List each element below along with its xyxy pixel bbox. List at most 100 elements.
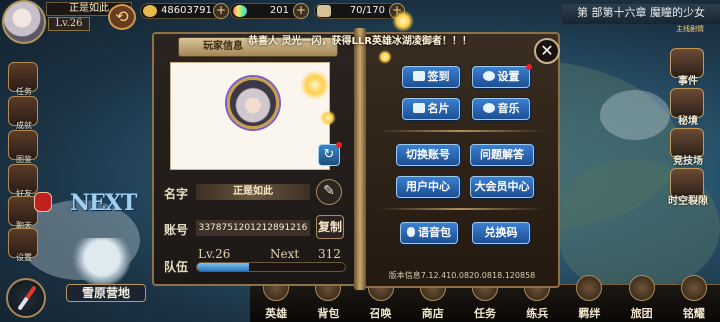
top-bar: 正是如此 Lv.26 ⟲ 48603791 + 201 + 70/170 + 第… [0, 0, 720, 44]
setting-icon[interactable]: 设置 [8, 228, 38, 262]
sparkle-effect [300, 70, 330, 100]
nav-shop[interactable]: 商店 [407, 275, 459, 322]
settings-button[interactable]: 设置 [472, 64, 532, 88]
nav-glory[interactable]: 铭耀 [668, 275, 720, 322]
secret-realm-icon[interactable]: 秘境 [670, 88, 704, 127]
voice-pack-label: 语音包 [418, 226, 451, 239]
quill-edit-icon[interactable]: ✎ [316, 179, 342, 205]
redeem-code-button[interactable]: 兑换码 [472, 222, 530, 244]
add-gold-button[interactable]: + [213, 3, 229, 19]
user-center-label: 用户中心 [406, 180, 450, 193]
secret-realm-label: 秘境 [678, 116, 698, 127]
user-center-button[interactable]: 用户中心 [396, 176, 460, 198]
player-info-dialog: 玩家信息 恭喜人 灵光一闪，获得LLR英雄冰湖凌御者！！！ ↻ 名字 正是如此 … [150, 22, 570, 290]
rainbow-crystal-icon [233, 5, 247, 17]
setting-label: 设置 [16, 253, 32, 262]
redeem-code-label: 兑换码 [484, 226, 518, 239]
stamina-resource: 70/170 + [314, 3, 405, 19]
copy-button[interactable]: 复制 [316, 215, 344, 239]
voice-pack-button[interactable]: 语音包 [400, 222, 458, 244]
notification-dot [526, 64, 532, 70]
back-arrow-icon[interactable]: ⟲ [108, 4, 136, 30]
nav-bag[interactable]: 背包 [302, 275, 354, 322]
nav-bond[interactable]: 羁绊 [563, 275, 615, 322]
team-label: 队伍 [164, 260, 189, 274]
chapter-title[interactable]: 第 部第十六章 魔瞳的少女 [562, 4, 720, 24]
player-name-field: 正是如此 [196, 184, 310, 200]
nav-heroes[interactable]: 英雄 [250, 275, 302, 322]
scroll-stamina-icon [317, 5, 331, 17]
sparkle-effect [320, 110, 336, 126]
faq-button[interactable]: 问题解答 [470, 144, 534, 166]
red-envelope-icon[interactable] [34, 192, 52, 212]
compass-icon[interactable] [6, 278, 46, 318]
nav-glory-label: 铭耀 [682, 307, 705, 320]
gear-icon [482, 71, 495, 81]
player-portrait[interactable] [227, 77, 279, 129]
nav-quest-label: 任务 [473, 307, 496, 320]
version-info: 版本信息7.12.410.0820.0818.120858 [388, 271, 536, 280]
divider [378, 130, 544, 132]
swap-portrait-button[interactable]: ↻ [318, 142, 342, 166]
add-crystal-button[interactable]: + [293, 3, 309, 19]
rift-icon[interactable]: 时空裂隙 [668, 168, 708, 207]
gold-resource: 48603791 + [140, 3, 229, 19]
music-label: 音乐 [497, 102, 520, 115]
card-icon [412, 103, 425, 113]
sub-chapter-label: 主线剧情 [676, 25, 704, 33]
sparkle-effect [392, 10, 414, 32]
nav-guild-label: 旅团 [630, 307, 653, 320]
nav-training[interactable]: 练兵 [511, 275, 563, 322]
nav-heroes-label: 英雄 [265, 307, 288, 320]
event-icon[interactable]: 事件 [670, 48, 704, 87]
guild-icon [628, 275, 655, 301]
divider [378, 208, 544, 210]
player-level-badge: Lv.26 [48, 17, 90, 31]
bond-icon [576, 275, 603, 301]
calendar-icon [412, 71, 425, 81]
nav-summon[interactable]: 召唤 [354, 275, 406, 322]
faq-label: 问题解答 [480, 148, 524, 161]
card-button[interactable]: 名片 [402, 98, 460, 120]
codex-icon[interactable]: 图鉴 [8, 130, 38, 164]
account-id-field: 3378751201212891216 [196, 220, 310, 236]
next-logo[interactable]: NEXT [70, 190, 140, 218]
quest-icon[interactable]: 任务 [8, 62, 38, 96]
announcement-ticker: 恭喜人 灵光一闪，获得LLR英雄冰湖凌御者！！！ [248, 36, 472, 47]
sparkle-effect [378, 50, 392, 64]
team-level: Lv.26 [198, 247, 231, 261]
sign-in-button[interactable]: 签到 [402, 66, 460, 88]
dialog-spine [354, 28, 366, 290]
nav-training-label: 练兵 [526, 307, 549, 320]
player-avatar[interactable] [2, 0, 46, 44]
gold-coin-icon [143, 5, 157, 17]
sign-in-label: 签到 [427, 70, 450, 83]
vip-center-button[interactable]: 大会员中心 [470, 176, 534, 198]
nav-bag-label: 背包 [317, 307, 340, 320]
switch-account-label: 切换账号 [406, 148, 450, 161]
nav-guild[interactable]: 旅团 [616, 275, 668, 322]
music-button[interactable]: 音乐 [472, 98, 530, 120]
exp-progress-fill [197, 263, 249, 271]
close-icon[interactable]: ✕ [534, 38, 560, 64]
stamina-value: 70/170 [349, 5, 385, 16]
friend-icon[interactable]: 好友 [8, 164, 38, 198]
nav-bond-label: 羁绊 [578, 307, 601, 320]
card-label: 名片 [427, 102, 450, 115]
microphone-icon [407, 227, 415, 237]
vip-center-label: 大会员中心 [474, 180, 530, 193]
next-label: Next [270, 247, 300, 261]
next-exp-value: 312 [318, 247, 341, 261]
achievement-icon[interactable]: 成就 [8, 96, 38, 130]
notification-dot [336, 142, 342, 148]
settings-label: 设置 [497, 70, 520, 83]
arena-icon[interactable]: 竞技场 [670, 128, 704, 167]
exp-progress-bar [196, 262, 346, 272]
snow-camp-label[interactable]: 雪原营地 [66, 284, 146, 302]
nav-quest[interactable]: 任务 [459, 275, 511, 322]
switch-account-button[interactable]: 切换账号 [396, 144, 460, 166]
arena-label: 竞技场 [673, 156, 703, 167]
snow-camp-map-node[interactable] [72, 238, 132, 288]
crystal-resource: 201 + [230, 3, 309, 19]
rift-label: 时空裂隙 [668, 196, 708, 207]
